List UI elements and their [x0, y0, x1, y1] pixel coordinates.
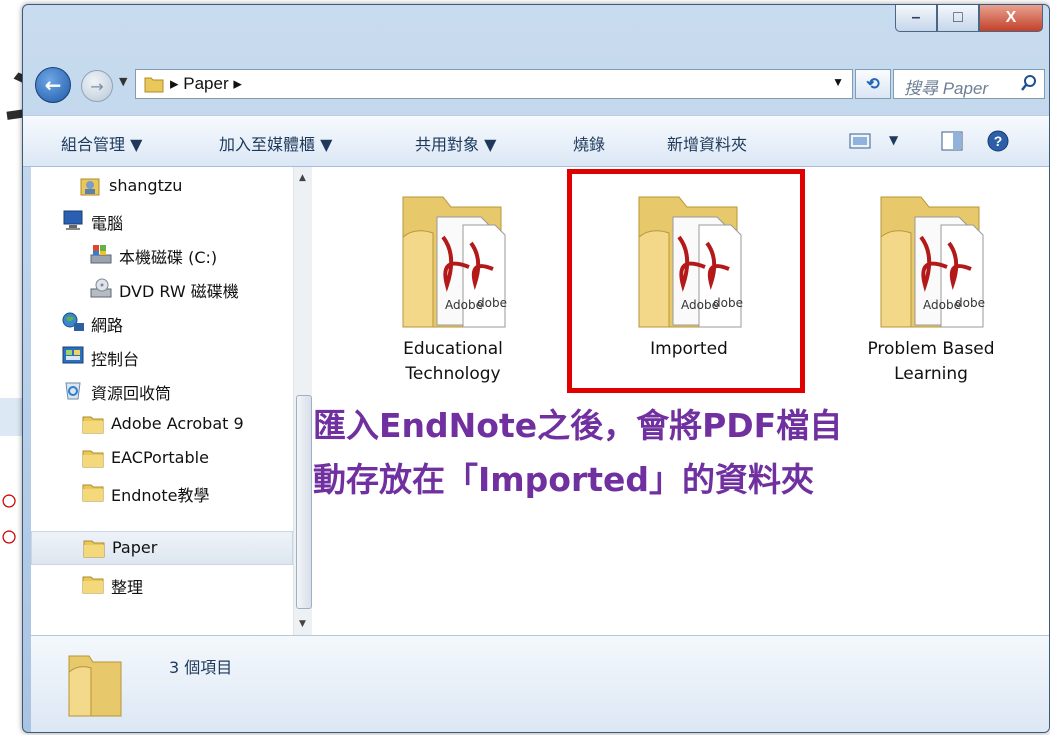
background-slide-red-fragment: ○ [0, 484, 19, 517]
file-list-pane: Adobe dobe Educational Technology Adobe … [313, 167, 1049, 635]
arrow-left-icon: ← [44, 73, 62, 97]
new-folder-button[interactable]: 新增資料夾 [667, 131, 747, 155]
nav-item-computer[interactable]: 電腦 [31, 205, 291, 235]
nav-item-adobe-acrobat[interactable]: Adobe Acrobat 9 [31, 409, 291, 439]
callout-line-2: 動存放在「Imported」的資料夾 [313, 460, 815, 499]
nav-item-label: 網路 [91, 316, 124, 335]
nav-item-organize[interactable]: 整理 [31, 569, 291, 599]
callout-line-1: 匯入EndNote之後，會將PDF檔自 [313, 406, 843, 445]
arrow-right-icon: → [90, 76, 104, 96]
address-bar[interactable]: ▸ Paper ▸ ▼ [135, 69, 853, 99]
details-pane: 3 個項目 [31, 635, 1049, 732]
breadcrumb[interactable]: ▸ Paper ▸ [170, 74, 242, 94]
nav-item-user[interactable]: shangtzu [31, 171, 291, 201]
nav-item-eacportable[interactable]: EACPortable [31, 443, 291, 473]
pdf-badge-label: dobe [955, 296, 985, 310]
pdf-badge-label: dobe [477, 296, 507, 310]
search-placeholder: 搜尋 Paper [904, 79, 989, 98]
folder-name: Problem Based [867, 339, 995, 359]
nav-item-control-panel[interactable]: 控制台 [31, 341, 291, 371]
nav-item-label: shangtzu [109, 176, 183, 195]
nav-item-label: 資源回收筒 [91, 384, 172, 403]
refresh-icon: ⟲ [866, 76, 880, 93]
address-row: ← → ▼ ▸ Paper ▸ ▼ ⟲ 搜尋 Paper [23, 61, 1049, 103]
maximize-button[interactable]: □ [937, 5, 979, 32]
folder-item-educational-technology[interactable]: Adobe dobe Educational Technology [353, 177, 553, 387]
folder-icon [82, 450, 104, 468]
svg-text:?: ? [994, 133, 1003, 149]
scroll-down-arrow[interactable]: ▼ [299, 619, 306, 629]
help-icon[interactable]: ? [987, 130, 1009, 152]
nav-item-endnote[interactable]: Endnote教學 [31, 477, 291, 507]
network-icon [62, 312, 84, 331]
nav-item-label: EACPortable [111, 448, 209, 467]
address-dropdown-button[interactable]: ▼ [832, 75, 844, 89]
explorer-window: – □ X ← → ▼ ▸ Paper ▸ ▼ ⟲ 搜尋 Paper 組合管理 … [22, 4, 1050, 733]
minimize-button[interactable]: – [895, 5, 937, 32]
pdf-folder-icon: Adobe dobe [402, 196, 507, 328]
dvd-drive-icon [90, 278, 112, 298]
item-count: 3 個項目 [169, 658, 233, 677]
nav-item-label: 整理 [111, 578, 144, 597]
background-slide-text-fragment: 斗 [0, 40, 22, 150]
folder-icon [83, 540, 105, 558]
folder-name: Educational [403, 339, 503, 359]
imported-highlight-box [567, 169, 805, 393]
command-toolbar: 組合管理 ▼ 加入至媒體櫃 ▼ 共用對象 ▼ 燒錄 新增資料夾 ▼ ? [23, 115, 1049, 167]
add-to-library-menu[interactable]: 加入至媒體櫃 ▼ [219, 131, 332, 155]
callout-annotation: 匯入EndNote之後，會將PDF檔自 動存放在「Imported」的資料夾 [313, 399, 1049, 507]
nav-item-label: 本機磁碟 (C:) [119, 248, 218, 267]
nav-item-label: DVD RW 磁碟機 [119, 282, 239, 301]
computer-icon [63, 210, 83, 230]
recent-pages-dropdown[interactable]: ▼ [119, 75, 127, 88]
nav-scrollbar[interactable]: ▲ ▼ [293, 167, 312, 635]
local-disk-icon [90, 245, 112, 264]
scroll-up-arrow[interactable]: ▲ [299, 173, 306, 183]
nav-item-label: Adobe Acrobat 9 [111, 414, 244, 433]
view-dropdown[interactable]: ▼ [889, 133, 898, 147]
folder-icon [82, 484, 104, 502]
folder-name-line2: Technology [405, 364, 501, 384]
back-button[interactable]: ← [35, 67, 71, 103]
refresh-button[interactable]: ⟲ [855, 69, 891, 99]
background-slide-red-fragment: ○ [0, 520, 19, 553]
nav-item-label: Endnote教學 [111, 486, 210, 505]
folder-icon [144, 77, 164, 93]
folder-icon [82, 576, 104, 594]
folder-icon [68, 655, 122, 717]
nav-item-paper[interactable]: Paper [31, 531, 293, 565]
nav-item-network[interactable]: 網路 [31, 307, 291, 337]
nav-item-dvd-drive[interactable]: DVD RW 磁碟機 [31, 273, 291, 303]
nav-item-label: 電腦 [91, 214, 124, 233]
folder-item-problem-based-learning[interactable]: Adobe dobe Problem Based Learning [831, 177, 1031, 387]
window-controls: – □ X [895, 5, 1043, 32]
search-icon [1021, 75, 1036, 91]
forward-button[interactable]: → [81, 70, 113, 102]
folder-name-line2: Learning [894, 364, 968, 384]
close-button[interactable]: X [979, 5, 1043, 32]
navigation-pane: shangtzu 電腦 本機磁碟 (C:) DVD RW 磁碟機 網路 控制台 … [31, 167, 314, 635]
nav-item-label: Paper [112, 538, 158, 557]
control-panel-icon [62, 346, 84, 364]
user-icon [80, 178, 100, 196]
nav-item-recycle-bin[interactable]: 資源回收筒 [31, 375, 291, 405]
preview-pane-icon[interactable] [941, 131, 963, 151]
folder-icon [82, 416, 104, 434]
search-input[interactable]: 搜尋 Paper [893, 69, 1045, 99]
organize-menu[interactable]: 組合管理 ▼ [61, 131, 142, 155]
nav-item-local-disk[interactable]: 本機磁碟 (C:) [31, 239, 291, 269]
share-with-menu[interactable]: 共用對象 ▼ [415, 131, 496, 155]
recycle-bin-icon [65, 382, 81, 400]
scroll-thumb[interactable] [296, 395, 312, 609]
change-view-icon[interactable] [849, 133, 871, 149]
title-bar: – □ X [23, 5, 1049, 47]
pdf-folder-icon: Adobe dobe [880, 196, 985, 328]
nav-item-label: 控制台 [91, 350, 140, 369]
burn-button[interactable]: 燒錄 [573, 131, 605, 155]
